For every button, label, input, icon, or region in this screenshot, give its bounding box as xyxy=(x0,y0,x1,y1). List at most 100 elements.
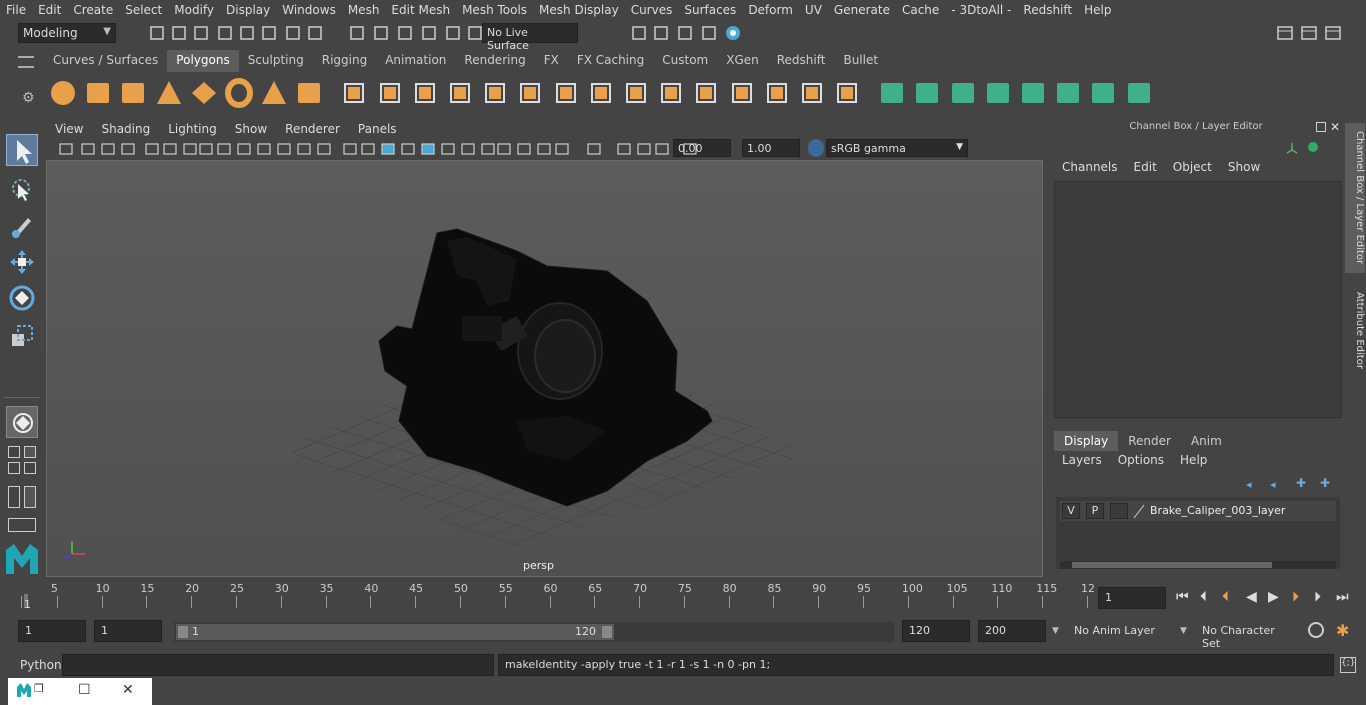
viewport-tool-7-icon[interactable] xyxy=(182,141,198,157)
viewport-tool-30-icon[interactable] xyxy=(654,141,670,157)
range-slider-bar[interactable]: 1 120 xyxy=(176,624,614,640)
channel-box-area[interactable] xyxy=(1054,181,1342,418)
viewport-tool-14-icon[interactable] xyxy=(316,141,332,157)
viewport-tool-23-icon[interactable] xyxy=(496,141,512,157)
poly-pipe-icon[interactable] xyxy=(294,78,324,108)
menu-deform[interactable]: Deform xyxy=(742,3,799,17)
menu-modify[interactable]: Modify xyxy=(168,3,220,17)
viewport-tool-18-icon[interactable] xyxy=(400,141,416,157)
mirror-icon[interactable] xyxy=(515,78,545,108)
menu-3dtoall[interactable]: - 3DtoAll - xyxy=(945,3,1017,17)
command-language-label[interactable]: Python xyxy=(20,658,62,672)
tab-animation[interactable]: Animation xyxy=(376,50,455,72)
channel-box-toggle-icon[interactable] xyxy=(1300,24,1318,42)
new-layer-selected-icon[interactable]: ✚ xyxy=(1320,476,1334,490)
gamma-field[interactable]: 1.00 xyxy=(742,139,800,157)
viewport-tool-11-icon[interactable] xyxy=(256,141,272,157)
menu-select[interactable]: Select xyxy=(119,3,168,17)
step-forward-icon[interactable]: ⏵ xyxy=(1314,589,1321,605)
paint-select-tool-icon[interactable] xyxy=(6,210,38,242)
shelf-menu-icon[interactable] xyxy=(18,56,34,68)
menu-mesh[interactable]: Mesh xyxy=(342,3,386,17)
poly-sphere-icon[interactable] xyxy=(48,78,78,108)
menu-windows[interactable]: Windows xyxy=(276,3,342,17)
tab-bullet[interactable]: Bullet xyxy=(834,50,887,72)
tab-fx[interactable]: FX xyxy=(535,50,568,72)
render-frame-icon[interactable] xyxy=(630,24,648,42)
viewport-tool-28-icon[interactable] xyxy=(616,141,632,157)
range-slider-end-handle[interactable] xyxy=(602,626,612,638)
playback-end-field[interactable]: 120 xyxy=(902,620,970,642)
persp-viewport[interactable]: persp xyxy=(46,160,1043,577)
channel-box-menu-channels[interactable]: Channels xyxy=(1054,160,1126,180)
viewport-tool-17-icon[interactable] xyxy=(380,141,396,157)
viewport-tool-12-icon[interactable] xyxy=(276,141,292,157)
script-editor-icon[interactable]: {;} xyxy=(1340,657,1356,673)
poly-plane-icon[interactable] xyxy=(189,78,219,108)
tab-polygons[interactable]: Polygons xyxy=(167,50,239,72)
layer-display-type-toggle[interactable] xyxy=(1110,503,1128,519)
automatic-uv-icon[interactable] xyxy=(912,78,942,108)
redo-icon[interactable] xyxy=(238,24,256,42)
layout-uv-icon[interactable] xyxy=(1124,78,1154,108)
layer-scrollbar[interactable] xyxy=(1060,561,1336,569)
menu-mesh-tools[interactable]: Mesh Tools xyxy=(456,3,533,17)
menu-file[interactable]: File xyxy=(0,3,32,17)
outliner-layout-icon[interactable] xyxy=(8,486,20,508)
axis-icon[interactable] xyxy=(1286,142,1298,154)
snap-point-icon[interactable] xyxy=(372,24,390,42)
viewport-menu-renderer[interactable]: Renderer xyxy=(276,122,349,136)
graph-layout-icon[interactable] xyxy=(8,518,36,532)
quad-layout-icon[interactable] xyxy=(24,462,36,474)
viewport-tool-21-icon[interactable] xyxy=(460,141,476,157)
menu-display[interactable]: Display xyxy=(220,3,276,17)
tab-fx-caching[interactable]: FX Caching xyxy=(568,50,653,72)
viewport-menu-show[interactable]: Show xyxy=(226,122,276,136)
merge-icon[interactable] xyxy=(762,78,792,108)
undo-icon[interactable] xyxy=(216,24,234,42)
command-input[interactable] xyxy=(62,654,494,676)
shelf-settings-icon[interactable]: ⚙ xyxy=(22,90,35,106)
tab-rendering[interactable]: Rendering xyxy=(455,50,534,72)
layer-menu-layers[interactable]: Layers xyxy=(1054,453,1110,473)
poly-cube-icon[interactable] xyxy=(83,78,113,108)
planar-uv-icon[interactable] xyxy=(877,78,907,108)
channel-box-menu-object[interactable]: Object xyxy=(1165,160,1220,180)
poly-cone-icon[interactable] xyxy=(154,78,184,108)
viewport-tool-25-icon[interactable] xyxy=(536,141,552,157)
persp-outliner-layout-icon[interactable] xyxy=(24,486,36,508)
select-tool-icon[interactable] xyxy=(6,134,38,166)
bevel-icon[interactable] xyxy=(691,78,721,108)
float-icon[interactable] xyxy=(1316,122,1326,132)
snap-projected-icon[interactable] xyxy=(396,24,414,42)
menu-redshift[interactable]: Redshift xyxy=(1017,3,1078,17)
viewport-tool-6-icon[interactable] xyxy=(162,141,178,157)
target-weld-icon[interactable] xyxy=(832,78,862,108)
menu-cache[interactable]: Cache xyxy=(896,3,945,17)
tab-attribute-editor[interactable]: Attribute Editor xyxy=(1345,285,1365,375)
poly-pyramid-icon[interactable] xyxy=(259,78,289,108)
menu-curves[interactable]: Curves xyxy=(625,3,679,17)
chevron-down-icon[interactable]: ▼ xyxy=(1052,626,1059,636)
input-ops-icon[interactable] xyxy=(260,24,278,42)
tab-curves-surfaces[interactable]: Curves / Surfaces xyxy=(44,50,167,72)
center-pivot-icon[interactable] xyxy=(797,78,827,108)
hypershade-icon[interactable] xyxy=(700,24,718,42)
menu-edit[interactable]: Edit xyxy=(32,3,67,17)
unfold-icon[interactable] xyxy=(1053,78,1083,108)
tab-sculpting[interactable]: Sculpting xyxy=(239,50,313,72)
viewport-tool-15-icon[interactable] xyxy=(342,141,358,157)
new-scene-icon[interactable] xyxy=(148,24,166,42)
close-icon[interactable]: ✕ xyxy=(122,682,134,698)
viewport-tool-29-icon[interactable] xyxy=(636,141,652,157)
tab-xgen[interactable]: XGen xyxy=(717,50,768,72)
snap-view-icon[interactable] xyxy=(420,24,438,42)
maximize-icon[interactable]: ☐ xyxy=(78,682,91,698)
time-slider[interactable]: 5 10 15 20 25 30 35 40 45 50 55 60 65 70 75 80 85 90 95 100… xyxy=(18,582,1095,612)
viewport-tool-26-icon[interactable] xyxy=(554,141,570,157)
viewport-tool-5-icon[interactable] xyxy=(144,141,160,157)
viewport-tool-22-icon[interactable] xyxy=(480,141,496,157)
viewport-tool-1-icon[interactable] xyxy=(58,141,74,157)
tab-custom[interactable]: Custom xyxy=(653,50,717,72)
viewport-tool-27-icon[interactable] xyxy=(586,141,602,157)
